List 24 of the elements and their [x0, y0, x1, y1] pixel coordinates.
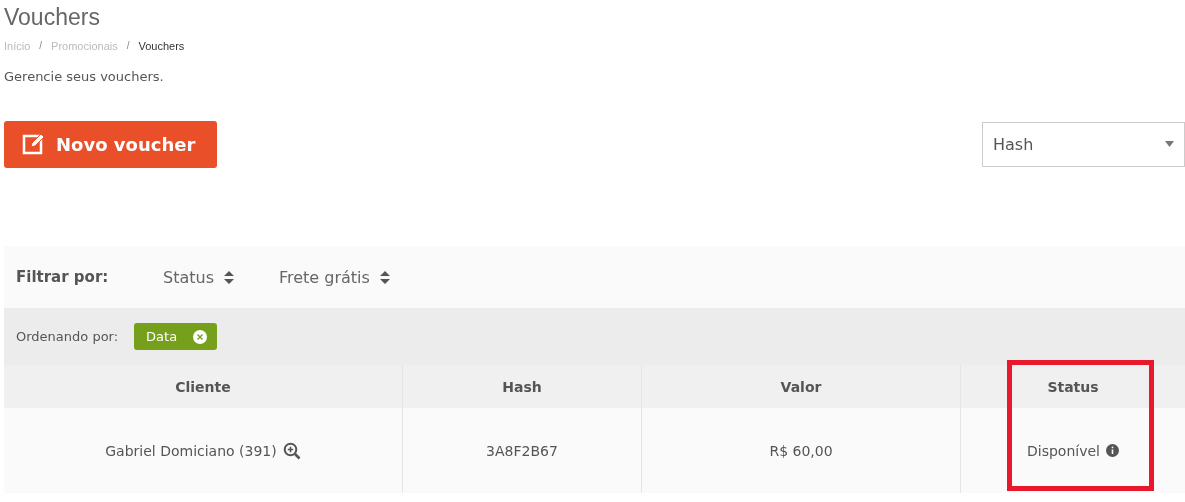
- column-header: Status: [1046, 377, 1100, 397]
- breadcrumb-separator: /: [39, 40, 43, 51]
- caret-icon: [1165, 141, 1174, 147]
- search-type-select[interactable]: Hash: [982, 121, 1185, 167]
- filter-dropdown[interactable]: Status: [163, 267, 234, 287]
- zoom-in-icon[interactable]: [282, 441, 301, 460]
- sort-icon: [379, 269, 390, 285]
- remove-icon[interactable]: [193, 329, 208, 344]
- table-cell: R$ 60,00: [642, 408, 961, 493]
- table-cell: 3A8F2B67: [403, 408, 642, 493]
- page-title: Vouchers: [4, 3, 101, 32]
- filter-label: Filtrar por:: [16, 268, 110, 286]
- sort-label: Ordenando por:: [16, 329, 119, 344]
- edit-icon: [22, 132, 46, 156]
- filter-dropdown[interactable]: Frete grátis: [279, 267, 390, 287]
- client-name: Gabriel Domiciano (391): [105, 442, 277, 459]
- new-voucher-button[interactable]: Novo voucher: [4, 120, 217, 168]
- breadcrumb-separator: /: [126, 40, 130, 51]
- sort-icon: [224, 269, 234, 285]
- page-subtitle: Gerencie seus vouchers.: [4, 69, 165, 86]
- tag-label: Data: [146, 329, 178, 344]
- status-text: Disponível: [1027, 442, 1100, 459]
- info-icon[interactable]: [1106, 444, 1119, 457]
- breadcrumb-link[interactable]: Vouchers: [138, 39, 185, 52]
